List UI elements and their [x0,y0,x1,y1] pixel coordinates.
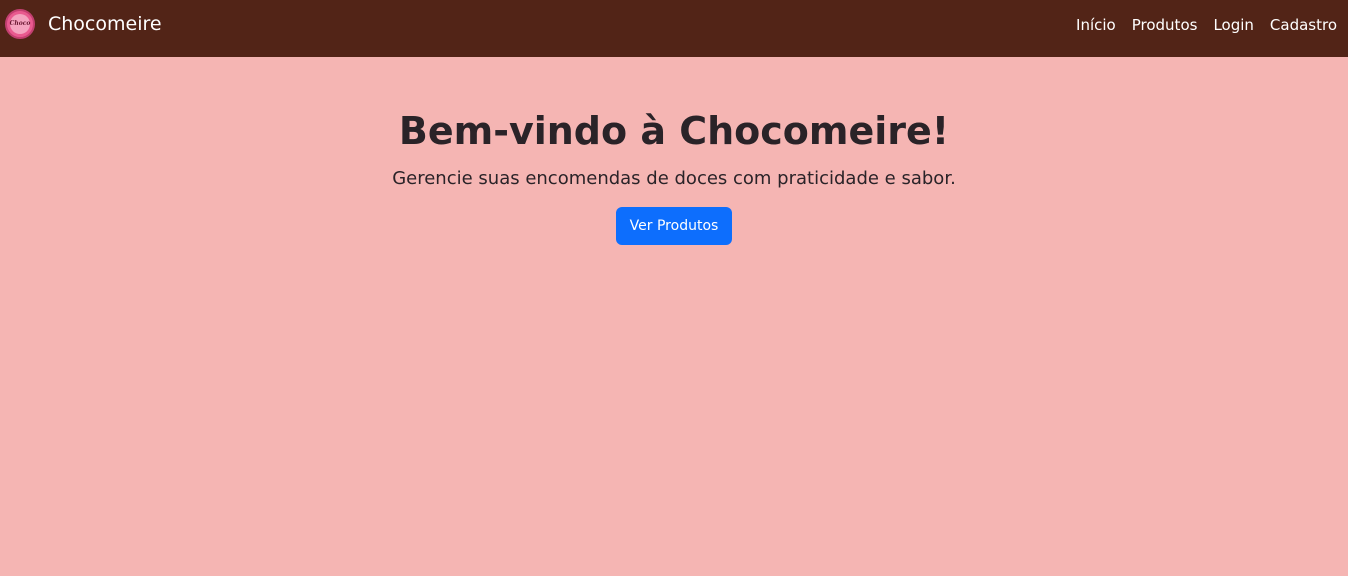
nav-links: Início Produtos Login Cadastro [1060,15,1337,35]
chocomeire-logo-icon: Choco [5,9,35,39]
view-products-button[interactable]: Ver Produtos [616,207,732,245]
nav-link-cadastro[interactable]: Cadastro [1270,15,1337,35]
nav-link-login[interactable]: Login [1213,15,1253,35]
nav-link-produtos[interactable]: Produtos [1132,15,1198,35]
page-subtitle: Gerencie suas encomendas de doces com pr… [392,168,956,189]
brand-link[interactable]: Choco Chocomeire [5,8,162,40]
navbar: Choco Chocomeire Início Produtos Login C… [0,0,1348,57]
page-title: Bem-vindo à Chocomeire! [398,109,950,153]
logo-text: Choco [10,14,30,34]
brand-name: Chocomeire [48,13,162,35]
nav-link-inicio[interactable]: Início [1076,15,1116,35]
